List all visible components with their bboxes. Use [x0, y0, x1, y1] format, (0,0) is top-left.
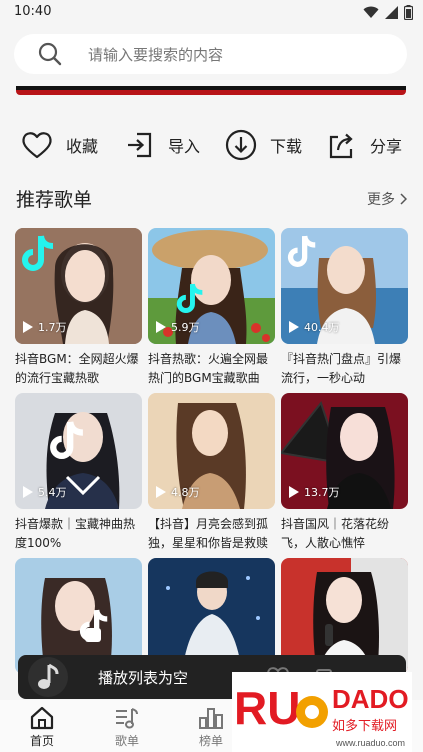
svg-text:如多下载网: 如多下载网	[332, 718, 397, 734]
album-disc	[28, 657, 68, 697]
play-count-value: 4.8万	[171, 486, 200, 499]
play-icon	[23, 486, 33, 498]
tab-playlist[interactable]: 歌单	[97, 706, 157, 749]
svg-text:DADO: DADO	[332, 684, 409, 714]
chart-icon	[199, 708, 223, 729]
playlist-card[interactable]: 40.4万 『抖音热门盘点』引爆流行，一秒心动	[281, 228, 408, 388]
playlist-title: 『抖音热门盘点』引爆流行，一秒心动	[281, 352, 402, 385]
play-count: 40.4万	[289, 319, 340, 335]
player-status: 播放列表为空	[98, 668, 189, 687]
play-icon	[156, 321, 166, 333]
status-bar: 10:40	[0, 0, 423, 26]
download-button[interactable]: 下载	[224, 122, 302, 168]
status-icons	[363, 5, 413, 20]
import-icon	[122, 128, 156, 162]
download-icon	[224, 128, 258, 162]
heart-icon	[20, 128, 54, 162]
share-label: 分享	[370, 137, 403, 156]
action-row: 收藏 导入 下载 分享	[0, 122, 423, 168]
playlist-card[interactable]: 5.9万 抖音热歌：火遍全网最热门的BGM宝藏歌曲	[148, 228, 275, 388]
tab-playlist-label: 歌单	[114, 734, 139, 748]
playlist-cover: 4.8万	[148, 393, 275, 509]
playlist-cover: 1.7万	[15, 228, 142, 344]
play-count-value: 5.4万	[38, 486, 67, 499]
share-button[interactable]: 分享	[324, 122, 402, 168]
watermark-logo: RU DADO 如多下载网 www.ruaduo.com	[232, 672, 412, 752]
playlist-title: 抖音国风｜花落花纷飞，人散心憔悴	[281, 517, 390, 550]
playlist-cover: 5.4万	[15, 393, 142, 509]
tab-charts-label: 榜单	[198, 734, 223, 748]
playlist-card[interactable]: 4.8万 【抖音】月亮会感到孤独，星星和你皆是救赎	[148, 393, 275, 553]
battery-icon	[404, 5, 413, 20]
playlist-icon	[116, 708, 138, 729]
tiktok-icon	[50, 421, 84, 459]
play-count: 13.7万	[289, 484, 340, 500]
chevron-right-icon	[400, 193, 407, 205]
signal-icon	[385, 6, 398, 19]
play-count: 4.8万	[156, 484, 200, 500]
favorite-button[interactable]: 收藏	[20, 122, 98, 168]
download-label: 下载	[270, 137, 303, 156]
section-title: 推荐歌单	[16, 189, 93, 211]
tab-home-label: 首页	[29, 734, 54, 748]
tiktok-icon	[176, 283, 203, 313]
play-count: 5.4万	[23, 484, 67, 500]
play-icon	[23, 321, 33, 333]
status-time: 10:40	[14, 4, 52, 19]
import-button[interactable]: 导入	[122, 122, 200, 168]
home-icon	[30, 706, 54, 730]
playlist-title: 抖音爆款｜宝藏神曲热度100%	[15, 517, 136, 550]
playlist-card[interactable]: 5.4万 抖音爆款｜宝藏神曲热度100%	[15, 393, 142, 553]
tiktok-icon	[22, 235, 54, 271]
playlist-cover: 40.4万	[281, 228, 408, 344]
playlist-cover: 13.7万	[281, 393, 408, 509]
playlist-card[interactable]: 1.7万 抖音BGM：全网超火爆的流行宝藏热歌	[15, 228, 142, 388]
tab-home[interactable]: 首页	[12, 706, 72, 749]
playlist-title: 抖音BGM：全网超火爆的流行宝藏热歌	[15, 352, 139, 385]
playlist-card[interactable]: 13.7万 抖音国风｜花落花纷飞，人散心憔悴	[281, 393, 408, 553]
favorite-label: 收藏	[66, 137, 99, 156]
more-label: 更多	[367, 192, 395, 208]
play-count: 5.9万	[156, 319, 200, 335]
more-link[interactable]: 更多	[367, 189, 407, 209]
tiktok-icon	[287, 235, 316, 267]
wifi-icon	[363, 6, 379, 18]
music-note-icon	[38, 663, 59, 689]
share-icon	[324, 128, 358, 162]
play-count: 1.7万	[23, 319, 67, 335]
play-count-value: 40.4万	[304, 321, 340, 334]
play-count-value: 5.9万	[171, 321, 200, 334]
play-count-value: 1.7万	[38, 321, 67, 334]
play-icon	[156, 486, 166, 498]
search-icon	[38, 42, 62, 66]
import-label: 导入	[168, 137, 201, 156]
search-input[interactable]: 请输入要搜索的内容	[14, 34, 407, 74]
play-count-value: 13.7万	[304, 486, 340, 499]
tiktok-icon	[79, 609, 108, 641]
svg-text:www.ruaduo.com: www.ruaduo.com	[335, 738, 405, 748]
play-icon	[289, 321, 299, 333]
playlist-title: 【抖音】月亮会感到孤独，星星和你皆是救赎	[148, 517, 269, 550]
play-icon	[289, 486, 299, 498]
banner[interactable]	[16, 86, 406, 95]
playlist-cover: 5.9万	[148, 228, 275, 344]
search-placeholder: 请输入要搜索的内容	[88, 45, 224, 64]
playlist-title: 抖音热歌：火遍全网最热门的BGM宝藏歌曲	[148, 352, 269, 385]
svg-text:RU: RU	[234, 682, 300, 734]
